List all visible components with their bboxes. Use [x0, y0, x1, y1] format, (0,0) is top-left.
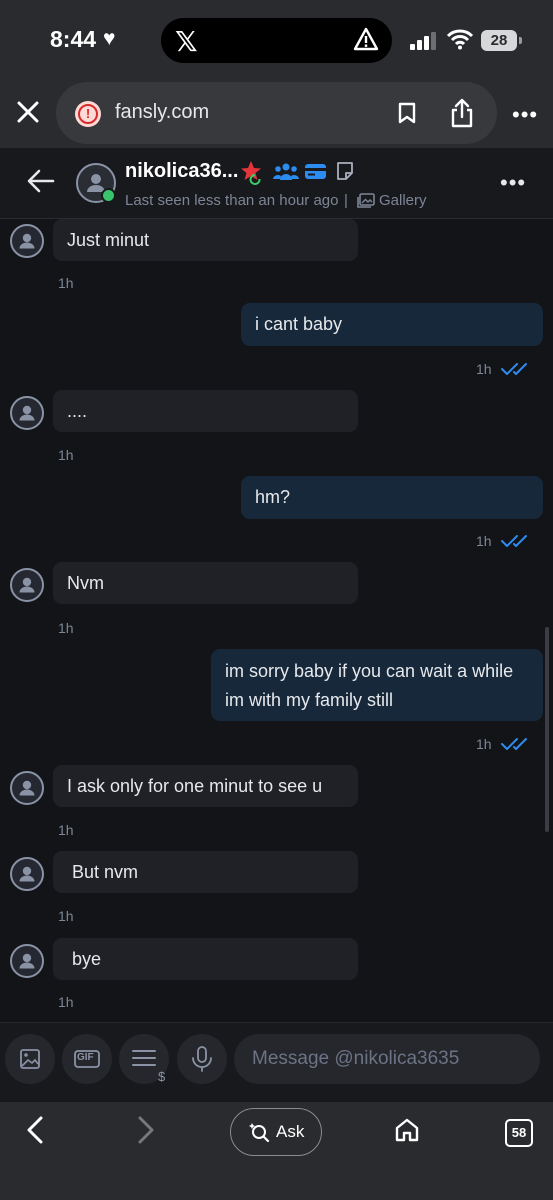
sender-avatar[interactable]: [10, 396, 44, 430]
signal-icon: [410, 32, 436, 50]
microphone-icon: [192, 1046, 212, 1072]
image-icon: [20, 1049, 40, 1069]
sender-avatar[interactable]: [10, 224, 44, 258]
message-time: 1h: [58, 994, 74, 1010]
last-seen-text: Last seen less than an hour ago: [125, 192, 339, 209]
user-silhouette-icon: [19, 953, 35, 969]
message-time: 1h: [58, 447, 74, 463]
battery-indicator: 28: [481, 30, 517, 51]
message-bubble-incoming[interactable]: But nvm: [53, 851, 358, 893]
heart-icon: ♥: [103, 27, 116, 50]
site-warning-icon[interactable]: !: [75, 101, 101, 127]
x-logo-icon: 𝕏: [175, 25, 198, 58]
back-arrow-icon[interactable]: [27, 168, 55, 194]
scrollbar[interactable]: [545, 627, 549, 832]
battery-tip: [519, 37, 522, 44]
message-time: 1h: [58, 908, 74, 924]
message-bubble-outgoing[interactable]: im sorry baby if you can wait a while im…: [211, 649, 543, 721]
chat-more-icon[interactable]: •••: [500, 170, 526, 196]
ask-label[interactable]: Ask: [276, 1122, 304, 1142]
message-bubble-outgoing[interactable]: hm?: [241, 476, 543, 519]
user-silhouette-icon: [19, 780, 35, 796]
message-input[interactable]: Message @nikolica3635: [234, 1034, 540, 1084]
message-time: 1h: [58, 620, 74, 636]
wifi-icon: [447, 29, 473, 50]
read-receipt-icon: [501, 363, 527, 375]
url-text[interactable]: fansly.com: [115, 101, 209, 124]
message-bubble-incoming[interactable]: Just minut: [53, 219, 358, 261]
browser-more-icon[interactable]: •••: [512, 102, 538, 128]
user-silhouette-icon: [19, 866, 35, 882]
message-text-line: im with my family still: [225, 690, 394, 710]
sparkle-search-icon: [249, 1123, 270, 1142]
gallery-icon[interactable]: [357, 193, 375, 209]
gif-label: GIF: [77, 1052, 94, 1063]
message-bubble-incoming[interactable]: bye: [53, 938, 358, 980]
warning-icon: [353, 27, 379, 51]
sender-avatar[interactable]: [10, 771, 44, 805]
read-receipt-icon: [501, 738, 527, 750]
star-badge-icon: [241, 161, 261, 185]
note-icon: [337, 162, 353, 180]
dollar-icon: $: [158, 1069, 166, 1084]
forward-icon[interactable]: [136, 1116, 156, 1144]
tabs-count[interactable]: 58: [505, 1119, 533, 1147]
read-receipt-icon: [501, 535, 527, 547]
message-list[interactable]: Just minut 1h i cant baby 1h .... 1h hm?…: [0, 219, 553, 1022]
status-time: 8:44: [50, 26, 97, 52]
gallery-link[interactable]: Gallery: [379, 192, 427, 209]
message-bubble-incoming[interactable]: Nvm: [53, 562, 358, 604]
image-button[interactable]: [5, 1034, 55, 1084]
header-separator: |: [344, 192, 348, 209]
sender-avatar[interactable]: [10, 568, 44, 602]
message-text-line: im sorry baby if you can wait a while: [225, 661, 514, 681]
sender-avatar[interactable]: [10, 944, 44, 978]
message-bubble-incoming[interactable]: ....: [53, 390, 358, 432]
back-icon[interactable]: [25, 1116, 45, 1144]
group-icon: [273, 163, 299, 180]
message-time: 1h: [476, 533, 492, 549]
user-silhouette-icon: [19, 577, 35, 593]
message-time: 1h: [476, 736, 492, 752]
message-bubble-incoming[interactable]: I ask only for one minut to see u: [53, 765, 358, 807]
card-icon: [305, 164, 326, 179]
message-time: 1h: [58, 822, 74, 838]
online-indicator: [101, 188, 116, 203]
message-time: 1h: [58, 275, 74, 291]
tip-menu-button[interactable]: $: [119, 1034, 169, 1084]
badge-group: [241, 161, 353, 185]
gif-button[interactable]: GIF: [62, 1034, 112, 1084]
bookmark-icon[interactable]: [398, 102, 416, 124]
chat-username[interactable]: nikolica36...: [125, 160, 238, 183]
share-icon[interactable]: [450, 98, 474, 128]
voice-button[interactable]: [177, 1034, 227, 1084]
close-icon[interactable]: [14, 98, 42, 126]
message-bubble-outgoing[interactable]: i cant baby: [241, 303, 543, 346]
user-silhouette-icon: [19, 233, 35, 249]
sender-avatar[interactable]: [10, 857, 44, 891]
home-icon[interactable]: [394, 1117, 420, 1143]
user-silhouette-icon: [19, 405, 35, 421]
message-time: 1h: [476, 361, 492, 377]
